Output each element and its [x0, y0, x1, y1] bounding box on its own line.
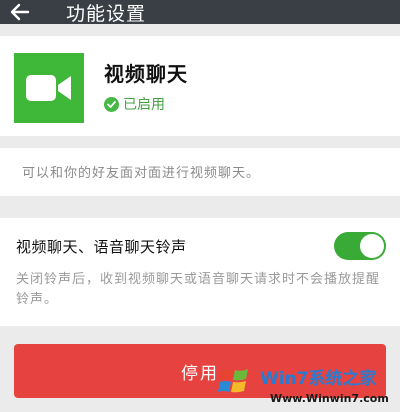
video-camera-icon [26, 75, 71, 101]
feature-name: 视频聊天 [104, 62, 188, 86]
status-badge: 已启用 [104, 94, 165, 114]
feature-description: 可以和你的好友面对面进行视频聊天。 [22, 166, 261, 181]
description-card: 可以和你的好友面对面进行视频聊天。 [0, 148, 400, 196]
watermark-url: Www.Winwin7.com [270, 392, 389, 405]
check-circle-icon [104, 96, 119, 112]
ringtone-setting-note: 关闭铃声后，收到视频聊天或语音聊天请求时不会播放提醒铃声。 [16, 272, 381, 307]
windows-logo-icon [218, 369, 248, 393]
ringtone-toggle[interactable] [334, 232, 386, 260]
arrow-left-icon [10, 3, 30, 21]
watermark-title: Win7系统之家 [260, 369, 377, 389]
ringtone-setting-label: 视频聊天、语音聊天铃声 [16, 238, 187, 256]
ringtone-setting-card: 视频聊天、语音聊天铃声 关闭铃声后，收到视频聊天或语音聊天请求时不会播放提醒铃声… [0, 218, 400, 326]
watermark: Win7系统之家 Www.Winwin7.com [218, 362, 398, 410]
toggle-knob [360, 234, 384, 258]
feature-header-card: 视频聊天 已启用 [0, 36, 400, 136]
status-text: 已启用 [123, 97, 165, 113]
page-title: 功能设置 [66, 2, 147, 25]
feature-icon [14, 53, 84, 123]
back-button[interactable] [0, 0, 40, 24]
top-bar: 功能设置 [0, 0, 400, 25]
